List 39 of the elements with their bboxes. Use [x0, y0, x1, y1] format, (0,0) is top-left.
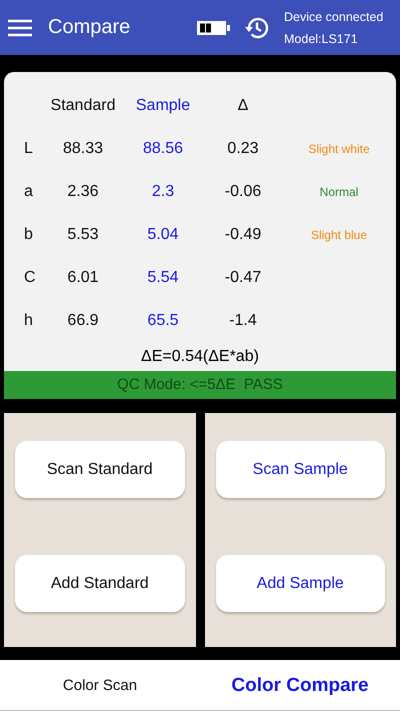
table-cell: 5.54 — [147, 268, 179, 286]
table-cell: -0.49 — [224, 226, 262, 244]
battery-icon — [196, 20, 230, 36]
row-label: L — [23, 140, 33, 158]
table-cell: 5.53 — [67, 226, 99, 244]
table-cell: -0.06 — [224, 182, 262, 200]
color-remark: Normal — [320, 184, 358, 198]
row-label: h — [23, 312, 33, 330]
delta-e-result: ΔE=0.54(ΔE*ab) — [141, 348, 259, 366]
table-cell: 5.04 — [147, 226, 179, 244]
nav-tab[interactable]: Color Compare — [200, 660, 400, 710]
color-remark: Slight blue — [310, 228, 368, 242]
action-button[interactable]: Add Sample — [216, 555, 385, 612]
device-model: Model:LS171 — [284, 32, 359, 46]
table-cell: 65.5 — [147, 312, 179, 330]
table-cell: -0.47 — [224, 268, 262, 286]
table-cell: 88.56 — [142, 140, 184, 158]
table-cell: 88.33 — [62, 140, 104, 158]
qc-result-bar: QC Mode: <=5ΔE PASS — [4, 371, 396, 399]
table-cell: 2.3 — [152, 182, 174, 200]
connection-status: Device connected — [284, 10, 384, 24]
menu-icon[interactable] — [8, 18, 32, 36]
screen-title: Compare — [48, 16, 132, 39]
table-cell: -1.4 — [229, 312, 257, 330]
column-header: Δ — [238, 96, 248, 114]
table-cell: 6.01 — [67, 268, 99, 286]
color-remark: Slight white — [308, 142, 370, 156]
table-cell: 66.9 — [67, 312, 99, 330]
action-button[interactable]: Add Standard — [15, 555, 184, 612]
row-label: a — [23, 182, 33, 200]
column-header: Sample — [136, 96, 190, 114]
nav-tab[interactable]: Color Scan — [0, 660, 200, 710]
table-cell: 2.36 — [67, 182, 99, 200]
row-label: C — [23, 268, 36, 286]
row-label: b — [23, 226, 33, 244]
action-button[interactable]: Scan Standard — [15, 441, 184, 498]
table-cell: 0.23 — [227, 140, 259, 158]
action-button[interactable]: Scan Sample — [216, 441, 385, 498]
column-header: Standard — [50, 96, 116, 114]
